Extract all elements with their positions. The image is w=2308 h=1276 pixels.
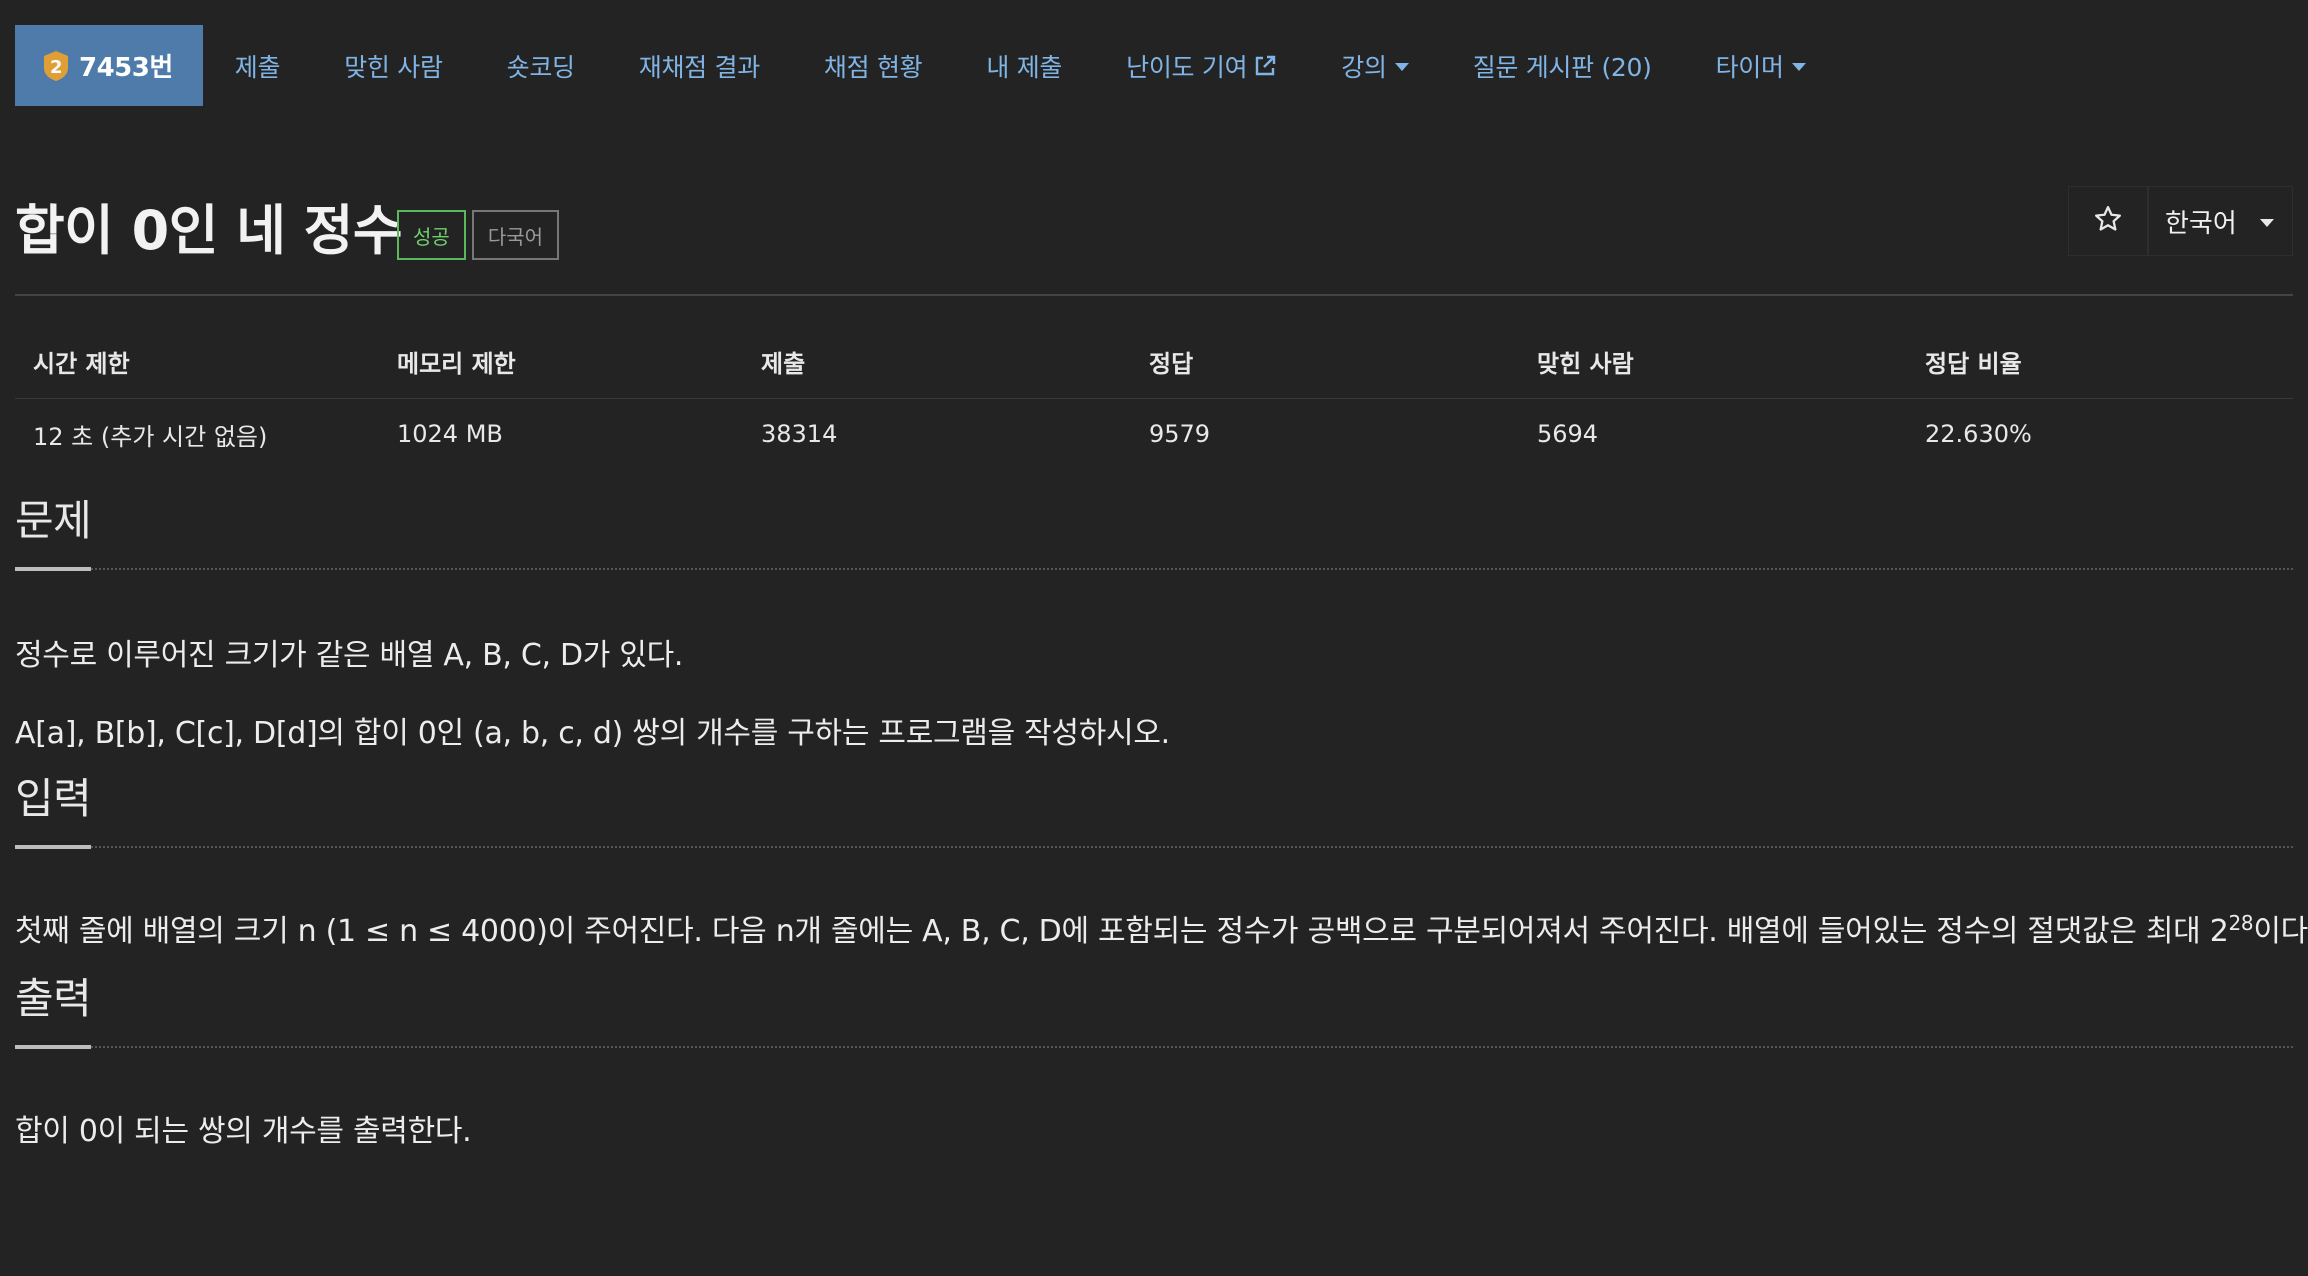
tier-badge-icon: 2 bbox=[43, 50, 69, 82]
output-description: 합이 0이 되는 쌍의 개수를 출력한다. bbox=[15, 1114, 472, 1149]
nav-timer[interactable]: 타이머 bbox=[1684, 25, 1838, 106]
section-title: 출력 bbox=[15, 974, 92, 1023]
exponent: 28 bbox=[2228, 911, 2254, 935]
problem-nav: 2 7453번 제출 맞힌 사람 숏코딩 재채점 결과 채점 현황 내 제출 난… bbox=[15, 25, 2293, 106]
heading-underline bbox=[15, 845, 91, 849]
problem-badges: 성공 다국어 bbox=[397, 210, 560, 260]
input-heading: 입력 bbox=[15, 758, 2293, 849]
section-title: 입력 bbox=[15, 774, 92, 823]
table-header-row: 시간 제한 메모리 제한 제출 정답 맞힌 사람 정답 비율 bbox=[15, 326, 2293, 399]
input-text-end: 이다. bbox=[2253, 914, 2308, 949]
nav-my-submissions[interactable]: 내 제출 bbox=[954, 25, 1094, 106]
external-link-icon bbox=[1253, 54, 1277, 78]
description-line-2: A[a], B[b], C[c], D[d]의 합이 0인 (a, b, c, … bbox=[15, 716, 1170, 751]
nav-submit[interactable]: 제출 bbox=[203, 25, 312, 106]
description-heading: 문제 bbox=[15, 480, 2293, 571]
description-section: 문제 정수로 이루어진 크기가 같은 배열 A, B, C, D가 있다. A[… bbox=[15, 480, 2293, 752]
input-section: 입력 첫째 줄에 배열의 크기 n (1 ≤ n ≤ 4000)이 주어진다. … bbox=[15, 758, 2308, 950]
header-submissions: 제출 bbox=[743, 326, 1131, 399]
value-solved-users: 5694 bbox=[1537, 420, 1599, 449]
status-badge-success: 성공 bbox=[397, 210, 466, 260]
nav-short-coding[interactable]: 숏코딩 bbox=[475, 25, 607, 106]
header-memory-limit: 메모리 제한 bbox=[379, 326, 743, 399]
caret-down-icon bbox=[1791, 63, 1806, 71]
table-row: 12 초 (추가 시간 없음) 1024 MB 38314 9579 5694 … bbox=[15, 398, 2293, 470]
favorite-button[interactable] bbox=[2068, 186, 2148, 256]
output-section: 출력 합이 0이 되는 쌍의 개수를 출력한다. bbox=[15, 958, 2293, 1150]
output-heading: 출력 bbox=[15, 958, 2293, 1049]
caret-down-icon bbox=[1394, 63, 1409, 71]
nav-timer-label: 타이머 bbox=[1715, 52, 1784, 82]
header-solved-users: 맞힌 사람 bbox=[1519, 326, 1907, 399]
status-badge-multilang[interactable]: 다국어 bbox=[471, 210, 560, 260]
heading-underline bbox=[15, 567, 91, 571]
problem-tools: 한국어 bbox=[2068, 186, 2293, 256]
nav-lectures[interactable]: 강의 bbox=[1309, 25, 1440, 106]
header-time-limit: 시간 제한 bbox=[15, 326, 379, 399]
header-accept-ratio: 정답 비율 bbox=[1907, 326, 2293, 399]
description-line-1: 정수로 이루어진 크기가 같은 배열 A, B, C, D가 있다. bbox=[15, 638, 684, 673]
problem-id-tab[interactable]: 2 7453번 bbox=[15, 25, 203, 106]
section-title: 문제 bbox=[15, 496, 92, 545]
nav-lectures-label: 강의 bbox=[1341, 52, 1387, 82]
value-submissions: 38314 bbox=[761, 420, 838, 449]
language-select[interactable]: 한국어 bbox=[2148, 186, 2293, 256]
value-accepted: 9579 bbox=[1149, 420, 1211, 449]
nav-judge-status[interactable]: 채점 현황 bbox=[792, 25, 954, 106]
input-description: 첫째 줄에 배열의 크기 n (1 ≤ n ≤ 4000)이 주어진다. 다음 … bbox=[15, 906, 2308, 950]
value-time-limit: 12 초 (추가 시간 없음) bbox=[33, 422, 268, 451]
language-label: 한국어 bbox=[2165, 208, 2237, 239]
problem-header: 합이 0인 네 정수 성공 다국어 한국어 bbox=[15, 106, 2293, 296]
nav-solved-users[interactable]: 맞힌 사람 bbox=[312, 25, 474, 106]
value-memory-limit: 1024 MB bbox=[397, 420, 503, 449]
value-accept-ratio: 22.630% bbox=[1925, 420, 2032, 449]
problem-page: 2 7453번 제출 맞힌 사람 숏코딩 재채점 결과 채점 현황 내 제출 난… bbox=[0, 25, 2308, 1276]
problem-id-label: 7453번 bbox=[79, 53, 173, 83]
problem-info-table: 시간 제한 메모리 제한 제출 정답 맞힌 사람 정답 비율 12 초 (추가 … bbox=[15, 326, 2293, 470]
nav-rejudge-results[interactable]: 재채점 결과 bbox=[607, 25, 792, 106]
header-accepted: 정답 bbox=[1131, 326, 1519, 399]
svg-text:2: 2 bbox=[50, 57, 62, 78]
star-icon bbox=[2093, 204, 2123, 238]
problem-title: 합이 0인 네 정수 bbox=[15, 199, 403, 262]
nav-question-board[interactable]: 질문 게시판 (20) bbox=[1441, 25, 1684, 106]
nav-difficulty-label: 난이도 기여 bbox=[1126, 52, 1248, 82]
nav-difficulty-contribution[interactable]: 난이도 기여 bbox=[1094, 25, 1309, 106]
caret-down-icon bbox=[2260, 218, 2274, 227]
heading-underline bbox=[15, 1045, 91, 1049]
input-text: 첫째 줄에 배열의 크기 n (1 ≤ n ≤ 4000)이 주어진다. 다음 … bbox=[15, 914, 2229, 949]
